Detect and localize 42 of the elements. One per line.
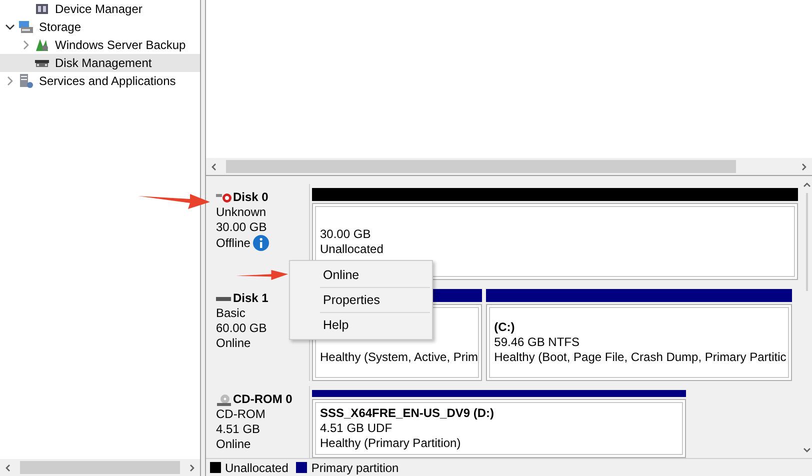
tree-item[interactable]: Device Manager bbox=[52, 1, 146, 17]
tree-item[interactable]: Services and Applications bbox=[36, 73, 179, 89]
disk-status: Online bbox=[216, 437, 251, 452]
device-icon bbox=[34, 1, 50, 17]
horizontal-scrollbar[interactable] bbox=[0, 459, 200, 476]
disk-size: 30.00 GB bbox=[216, 220, 268, 235]
annotation-arrow bbox=[236, 268, 288, 282]
disk-type: Basic bbox=[216, 306, 246, 321]
legend-label: Unallocated bbox=[225, 460, 288, 474]
scroll-left-icon[interactable] bbox=[210, 162, 218, 170]
tree-item[interactable]: Windows Server Backup bbox=[52, 37, 189, 53]
disk-name: Disk 0 bbox=[233, 190, 268, 205]
disk-status: Online bbox=[216, 336, 251, 351]
partition[interactable]: SSS_X64FRE_EN-US_DV9 (D:) 4.51 GB UDF Healthy (Primary Partition) bbox=[312, 399, 686, 458]
disk-size: 60.00 GB bbox=[216, 321, 268, 336]
scroll-right-icon[interactable] bbox=[188, 464, 196, 472]
tree-item[interactable]: Storage bbox=[36, 19, 84, 35]
disk-name: CD-ROM 0 bbox=[233, 392, 292, 407]
partition-info: Unallocated bbox=[320, 242, 384, 256]
scroll-right-icon[interactable] bbox=[800, 162, 808, 170]
legend-label: Primary partition bbox=[311, 460, 399, 474]
storage-icon bbox=[18, 19, 34, 35]
disk-status: Offline bbox=[216, 236, 250, 250]
partition-info: Healthy (Boot, Page File, Crash Dump, Primary Partitic bbox=[494, 350, 784, 365]
partition-info: 4.51 GB UDF bbox=[320, 421, 394, 436]
backup-icon bbox=[34, 37, 50, 53]
disk-type: Unknown bbox=[216, 205, 268, 220]
disk-type: CD-ROM bbox=[216, 407, 266, 422]
disk-name: Disk 1 bbox=[233, 291, 268, 306]
partition-info: Healthy (Primary Partition) bbox=[320, 436, 462, 451]
partition-title: (C:) bbox=[494, 320, 516, 335]
horizontal-scrollbar[interactable] bbox=[206, 158, 812, 175]
scroll-left-icon[interactable] bbox=[4, 464, 12, 472]
partition-info: 59.46 GB NTFS bbox=[494, 335, 581, 350]
partition-title: SSS_X64FRE_EN-US_DV9 (D:) bbox=[320, 406, 496, 421]
disk-size: 4.51 GB bbox=[216, 422, 262, 437]
info-icon[interactable] bbox=[253, 235, 270, 251]
services-icon bbox=[18, 73, 34, 89]
scroll-down-icon[interactable] bbox=[803, 446, 812, 454]
partition-info: 30.00 GB bbox=[320, 226, 372, 242]
partition[interactable]: (C:) 59.46 GB NTFS Healthy (Boot, Page File, Crash Dump, Primary Partitic bbox=[486, 304, 792, 381]
scroll-up-icon[interactable] bbox=[803, 180, 812, 188]
